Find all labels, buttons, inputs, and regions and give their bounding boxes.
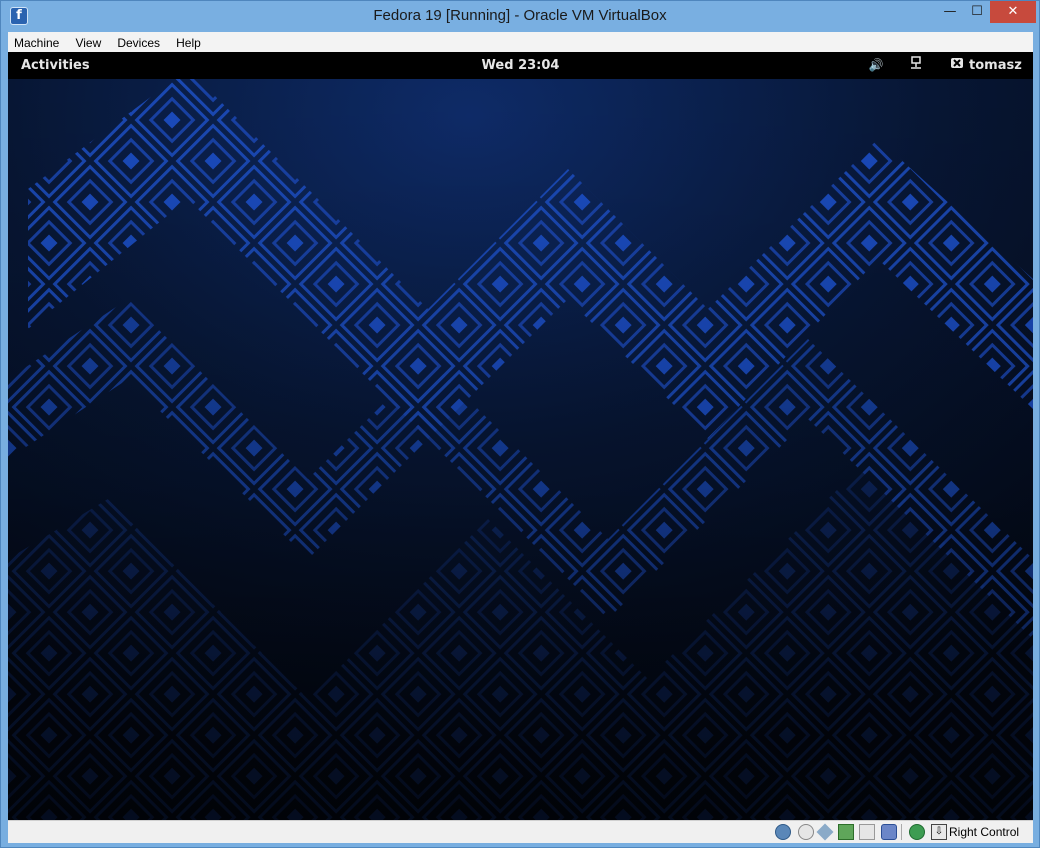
mouse-integration-icon[interactable] [909,824,925,840]
title-bar[interactable]: f Fedora 19 [Running] - Oracle VM Virtua… [1,1,1039,32]
network-wired-icon[interactable] [907,56,925,74]
guest-display[interactable]: Activities Wed 23:04 🔊 tomasz [8,52,1033,820]
usb-icon[interactable] [816,823,834,841]
gnome-top-bar: Activities Wed 23:04 🔊 tomasz [8,52,1033,79]
volume-icon[interactable]: 🔊 [867,56,885,74]
virtualbox-window: f Fedora 19 [Running] - Oracle VM Virtua… [0,0,1040,848]
optical-drive-icon[interactable] [798,824,814,840]
close-button[interactable]: ✕ [990,1,1036,23]
video-capture-icon[interactable] [881,824,897,840]
user-status-icon[interactable] [948,56,966,74]
minimize-button[interactable]: — [936,1,964,23]
menu-devices[interactable]: Devices [117,33,160,53]
menu-bar: Machine View Devices Help [8,32,1033,53]
desktop-wallpaper [8,79,1033,820]
shared-folders-icon[interactable] [859,824,875,840]
host-key-label: Right Control [949,825,1020,839]
menu-view[interactable]: View [75,33,101,53]
window-title: Fedora 19 [Running] - Oracle VM VirtualB… [373,7,667,24]
menu-machine[interactable]: Machine [14,33,59,53]
user-status-glyph [951,58,963,68]
hard-disk-icon[interactable] [775,824,791,840]
status-bar: ⇩ Right Control [8,820,1033,843]
user-menu[interactable]: tomasz [969,58,1022,73]
network-icon[interactable] [838,824,854,840]
menu-help[interactable]: Help [176,33,201,53]
network-wired-glyph [911,56,921,69]
status-divider [901,824,902,840]
maximize-button[interactable]: ☐ [964,1,990,23]
keyboard-capture-icon[interactable]: ⇩ [931,824,947,840]
